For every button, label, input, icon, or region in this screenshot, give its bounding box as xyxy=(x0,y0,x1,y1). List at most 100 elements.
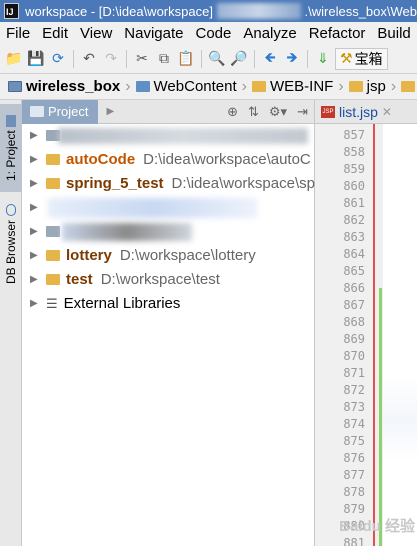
view-dropdown-icon[interactable]: ▶ xyxy=(106,106,114,117)
menu-refactor[interactable]: Refactor xyxy=(303,25,372,42)
hide-panel-icon[interactable]: ⇥ xyxy=(297,104,308,120)
settings-gear-icon[interactable]: ⚙▾ xyxy=(269,104,287,120)
code-area[interactable] xyxy=(383,124,417,546)
menu-analyze[interactable]: Analyze xyxy=(237,25,302,42)
tree-item-name: lottery xyxy=(66,247,112,264)
tree-item-path: D:\workspace\test xyxy=(100,271,220,288)
menu-bar: File Edit View Navigate Code Analyze Ref… xyxy=(0,22,417,44)
tree-item-autocode[interactable]: ▶ autoCode D:\idea\workspace\autoC xyxy=(22,148,311,171)
expand-arrow-icon[interactable]: ▶ xyxy=(30,274,46,285)
menu-code[interactable]: Code xyxy=(189,25,237,42)
find-icon[interactable]: 🔍 xyxy=(207,49,227,69)
tree-item-path: D:\idea\workspace\autoC xyxy=(143,151,311,168)
copy-icon[interactable]: ⧉ xyxy=(154,49,174,69)
back-icon[interactable]: 🡸 xyxy=(260,49,280,69)
locate-file-icon[interactable]: ⊕ xyxy=(227,104,238,120)
redacted-title-part xyxy=(216,3,301,19)
breadcrumb-item-jsp[interactable]: jsp xyxy=(348,78,386,95)
window-title-path: .\wireless_box\Web xyxy=(304,3,417,19)
main-toolbar: 📁 💾 ⟳ ↶ ↷ ✂ ⧉ 📋 🔍 🔎 🡸 🡺 ⇓ ⚒ 宝箱 xyxy=(0,44,417,74)
expand-arrow-icon[interactable]: ▶ xyxy=(30,154,46,165)
line-number: 870 xyxy=(343,349,365,363)
expand-arrow-icon[interactable]: ▶ xyxy=(30,130,46,141)
left-tool-strip: 1: Project DB Browser xyxy=(0,100,22,546)
toolbar-divider xyxy=(254,49,255,68)
code-content-redacted xyxy=(383,124,417,546)
tree-item-lottery[interactable]: ▶ lottery D:\workspace\lottery xyxy=(22,244,256,267)
open-folder-icon[interactable]: 📁 xyxy=(4,49,24,69)
line-number: 875 xyxy=(343,434,365,448)
tree-item-external-libraries[interactable]: ▶ ☰ External Libraries xyxy=(22,292,180,315)
expand-arrow-icon[interactable]: ▶ xyxy=(30,298,46,309)
project-tool-window: Project ▶ ⊕ ⇅ ⚙▾ ⇥ ▶ ▶ autoCode D:\idea\… xyxy=(22,99,320,546)
tree-item-path: D:\workspace\lottery xyxy=(119,247,256,264)
expand-arrow-icon[interactable]: ▶ xyxy=(30,202,46,213)
paste-icon[interactable]: 📋 xyxy=(176,49,196,69)
breadcrumb-item-webinf[interactable]: WEB-INF xyxy=(251,78,334,95)
line-number: 860 xyxy=(343,179,365,193)
libraries-icon: ☰ xyxy=(46,295,58,311)
replace-icon[interactable]: 🔎 xyxy=(229,49,249,69)
tree-item-name: spring_5_test xyxy=(66,175,164,192)
line-number: 877 xyxy=(343,468,365,482)
run-config-selector[interactable]: ⚒ 宝箱 xyxy=(335,47,388,70)
cut-icon[interactable]: ✂ xyxy=(132,49,152,69)
window-title: workspace - [D:\idea\workspace] xyxy=(25,3,213,19)
expand-arrow-icon[interactable]: ▶ xyxy=(30,250,46,261)
build-icon[interactable]: ⇓ xyxy=(313,49,333,69)
toolbar-divider xyxy=(307,49,308,68)
project-panel-header: Project ▶ ⊕ ⇅ ⚙▾ ⇥ xyxy=(22,99,314,124)
line-number: 857 xyxy=(343,128,365,142)
menu-navigate[interactable]: Navigate xyxy=(118,25,189,42)
line-number: 864 xyxy=(343,247,365,261)
jsp-file-icon: JSP xyxy=(321,105,335,118)
folder-icon xyxy=(46,274,60,285)
menu-build[interactable]: Build xyxy=(371,25,416,42)
tab-db-browser[interactable]: DB Browser xyxy=(0,198,22,290)
project-view-selector[interactable]: Project xyxy=(22,99,99,124)
breadcrumb-item-webcontent[interactable]: WebContent xyxy=(135,78,237,95)
expand-arrow-icon[interactable]: ▶ xyxy=(30,226,46,237)
line-number: 873 xyxy=(343,400,365,414)
line-number: 881 xyxy=(343,536,365,546)
breadcrumb-separator: › xyxy=(390,77,397,95)
menu-file[interactable]: File xyxy=(0,25,36,42)
menu-edit[interactable]: Edit xyxy=(36,25,74,42)
added-change-marker[interactable] xyxy=(379,288,382,546)
title-bar: IJ workspace - [D:\idea\workspace] .\wir… xyxy=(0,0,417,22)
tab-project[interactable]: 1: Project xyxy=(0,104,22,192)
expand-arrow-icon[interactable]: ▶ xyxy=(30,178,46,189)
close-tab-icon[interactable]: ✕ xyxy=(382,105,392,119)
line-number: 867 xyxy=(343,298,365,312)
breadcrumb-label: WEB-INF xyxy=(269,78,334,95)
breadcrumb-item-module[interactable]: wireless_box xyxy=(8,78,120,95)
redo-icon[interactable]: ↷ xyxy=(101,49,121,69)
tree-item-test[interactable]: ▶ test D:\workspace\test xyxy=(22,268,220,291)
undo-icon[interactable]: ↶ xyxy=(79,49,99,69)
project-folder-icon xyxy=(6,114,16,127)
line-number: 863 xyxy=(343,230,365,244)
breadcrumb-item-d[interactable]: d xyxy=(401,78,417,95)
forward-icon[interactable]: 🡺 xyxy=(282,49,302,69)
project-view-label: Project xyxy=(48,104,89,119)
tree-item-spring-5-test[interactable]: ▶ spring_5_test D:\idea\workspace\spr xyxy=(22,172,320,195)
menu-view[interactable]: View xyxy=(74,25,118,42)
breadcrumb-separator: › xyxy=(125,77,131,95)
collapse-all-icon[interactable]: ⇅ xyxy=(248,104,259,120)
editor-tab-list-jsp[interactable]: list.jsp xyxy=(339,104,378,120)
modified-change-marker[interactable] xyxy=(373,124,375,546)
toolbar-divider xyxy=(201,49,202,68)
line-number: 879 xyxy=(343,502,365,516)
tree-item-redacted[interactable]: ▶ xyxy=(22,220,315,243)
folder-icon xyxy=(46,178,60,189)
folder-icon xyxy=(401,81,416,92)
line-number: 869 xyxy=(343,332,365,346)
project-folder-icon xyxy=(30,106,44,117)
redacted-block xyxy=(62,223,192,241)
module-folder-icon xyxy=(8,81,22,92)
editor-tab-bar: JSP list.jsp ✕ xyxy=(315,100,417,124)
tree-item-redacted[interactable]: ▶ xyxy=(22,124,315,147)
tree-item-redacted[interactable]: ▶ xyxy=(22,196,315,219)
sync-icon[interactable]: ⟳ xyxy=(48,49,68,69)
save-icon[interactable]: 💾 xyxy=(26,49,46,69)
